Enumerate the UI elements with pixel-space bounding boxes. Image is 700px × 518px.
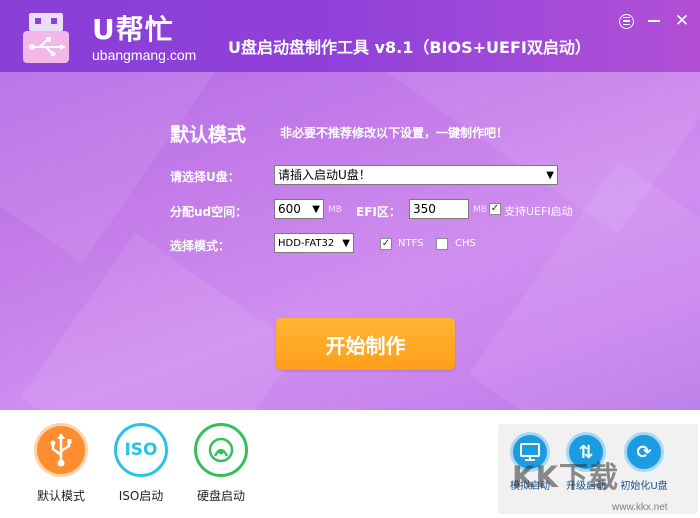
start-button[interactable]: 开始制作 xyxy=(276,318,455,370)
chs-checkbox-label: CHS xyxy=(455,238,476,249)
partition-label: 分配ud空间： xyxy=(170,205,248,219)
section-title: 默认模式 xyxy=(170,124,247,146)
app-window: U帮忙 ubangmang.com U盘启动盘制作工具 v8.1（BIOS+UE… xyxy=(0,0,700,518)
app-title: U盘启动盘制作工具 v8.1（BIOS+UEFI双启动） xyxy=(228,38,591,57)
drive-select[interactable]: 请插入启动U盘！ ▼ xyxy=(274,165,558,185)
ntfs-checkbox-label: NTFS xyxy=(398,238,424,249)
main-panel: 默认模式 非必要不推荐修改以下设置，一键制作吧！ 请选择U盘： 请插入启动U盘！… xyxy=(0,72,700,410)
logo-website: ubangmang.com xyxy=(92,47,197,63)
partition-unit: MB xyxy=(328,205,342,215)
watermark-url: www.kkx.net xyxy=(612,502,668,513)
uefi-checkbox[interactable]: ✓ xyxy=(489,203,501,215)
refresh-icon: ⟳ xyxy=(624,432,664,472)
uefi-checkbox-label: 支持UEFI启动 xyxy=(504,205,573,218)
mode-default-label: 默认模式 xyxy=(36,489,85,503)
drive-select-value: 请插入启动U盘！ xyxy=(278,168,371,182)
chs-checkbox[interactable] xyxy=(436,238,448,250)
mode-select-value: HDD-FAT32 xyxy=(278,238,335,249)
watermark-logo: KK下载 xyxy=(512,460,619,494)
dropdown-arrow-icon: ▼ xyxy=(312,204,320,215)
close-icon: ✕ xyxy=(674,11,690,31)
init-drive-button[interactable]: ⟳ 初始化U盘 xyxy=(620,432,668,492)
menu-button[interactable] xyxy=(612,4,640,38)
partition-size-value: 600 xyxy=(278,202,301,216)
mode-iso-label: ISO启动 xyxy=(118,489,164,503)
window-controls: ✕ xyxy=(612,4,696,38)
iso-icon: ISO xyxy=(114,423,168,477)
efi-unit: MB xyxy=(473,205,487,215)
section-note: 非必要不推荐修改以下设置，一键制作吧！ xyxy=(280,126,509,140)
mode-default-button[interactable]: 默认模式 xyxy=(26,423,96,504)
mode-disk-label: 硬盘启动 xyxy=(196,489,245,503)
ntfs-checkbox[interactable]: ✓ xyxy=(380,238,392,250)
mode-label: 选择模式： xyxy=(170,239,231,253)
usb-drive-icon xyxy=(23,13,69,63)
minimize-icon xyxy=(648,20,660,22)
efi-size-input[interactable]: 350 xyxy=(409,199,469,219)
mode-select[interactable]: HDD-FAT32 ▼ xyxy=(274,233,354,253)
drive-label: 请选择U盘： xyxy=(170,170,240,184)
usb-icon xyxy=(34,423,88,477)
mode-disk-button[interactable]: 硬盘启动 xyxy=(186,423,256,504)
title-bar: U帮忙 ubangmang.com U盘启动盘制作工具 v8.1（BIOS+UE… xyxy=(0,0,700,72)
init-drive-label: 初始化U盘 xyxy=(620,481,668,492)
minimize-button[interactable] xyxy=(640,4,668,38)
background-facet xyxy=(20,232,300,410)
mode-iso-button[interactable]: ISO ISO启动 xyxy=(106,423,176,504)
dropdown-arrow-icon: ▼ xyxy=(342,238,350,249)
dropdown-arrow-icon: ▼ xyxy=(546,170,554,181)
close-button[interactable]: ✕ xyxy=(668,4,696,38)
partition-size-select[interactable]: 600 ▼ xyxy=(274,199,324,219)
menu-icon xyxy=(618,13,634,29)
disk-icon xyxy=(194,423,248,477)
efi-label: EFI区： xyxy=(356,205,401,219)
logo-title: U帮忙 xyxy=(92,13,174,46)
